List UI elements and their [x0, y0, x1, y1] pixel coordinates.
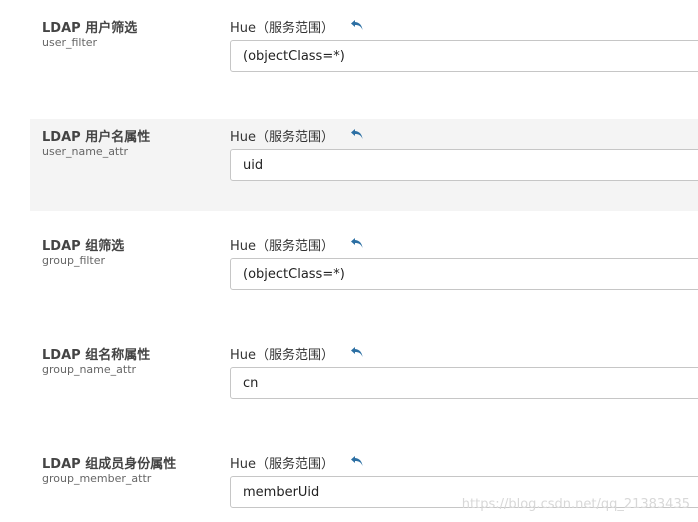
scope-label: Hue（服务范围） [230, 239, 335, 254]
property-label: LDAP 用户筛选 [42, 21, 138, 36]
property-label: LDAP 组筛选 [42, 239, 125, 254]
config-row-user-filter: LDAP 用户筛选 user_filter Hue（服务范围） [30, 10, 698, 102]
watermark: https://blog.csdn.net/qq_21383435 [461, 497, 690, 512]
property-key: group_filter [42, 254, 106, 267]
undo-arrow-icon[interactable] [350, 455, 364, 467]
scope-label: Hue（服务范围） [230, 348, 335, 363]
config-panel: LDAP 用户筛选 user_filter Hue（服务范围） LDAP 用户名… [0, 0, 698, 522]
config-row-group-name-attr: LDAP 组名称属性 group_name_attr Hue（服务范围） [30, 337, 698, 429]
user-name-attr-input[interactable] [230, 149, 698, 181]
property-label: LDAP 组成员身份属性 [42, 457, 177, 472]
config-row-group-filter: LDAP 组筛选 group_filter Hue（服务范围） [30, 228, 698, 320]
user-filter-input[interactable] [230, 40, 698, 72]
undo-arrow-icon[interactable] [350, 346, 364, 358]
undo-arrow-icon[interactable] [350, 19, 364, 31]
property-key: group_member_attr [42, 472, 152, 485]
property-label: LDAP 用户名属性 [42, 130, 151, 145]
property-key: group_name_attr [42, 363, 137, 376]
undo-arrow-icon[interactable] [350, 237, 364, 249]
property-key: user_filter [42, 36, 98, 49]
property-label: LDAP 组名称属性 [42, 348, 151, 363]
scope-label: Hue（服务范围） [230, 130, 335, 145]
config-row-user-name-attr: LDAP 用户名属性 user_name_attr Hue（服务范围） [30, 119, 698, 211]
scope-label: Hue（服务范围） [230, 21, 335, 36]
undo-arrow-icon[interactable] [350, 128, 364, 140]
scope-label: Hue（服务范围） [230, 457, 335, 472]
group-filter-input[interactable] [230, 258, 698, 290]
group-name-attr-input[interactable] [230, 367, 698, 399]
property-key: user_name_attr [42, 145, 129, 158]
